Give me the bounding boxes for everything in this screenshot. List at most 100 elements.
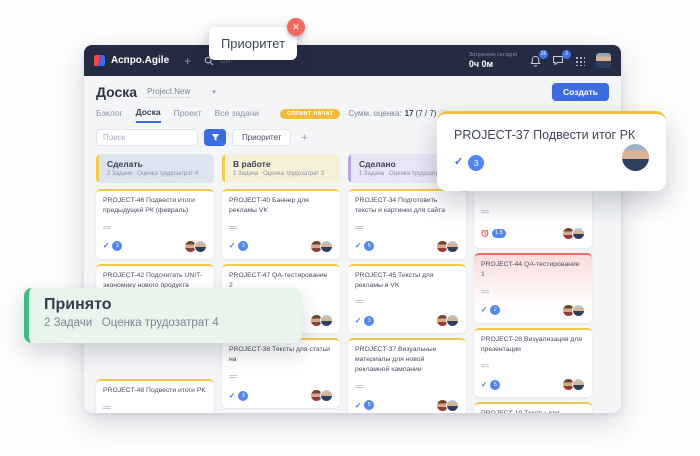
task-footer: ✓3 (355, 314, 459, 327)
task-card-overlay[interactable]: PROJECT-37 Подвести итог РК ✓ 3 (437, 111, 666, 191)
check-icon: ✓ (229, 242, 235, 250)
task-card[interactable]: PROJECT-40 Баннер для рекламы VK ✓3 (222, 189, 340, 259)
tab-Все задачи[interactable]: Все задачи (215, 108, 259, 122)
avatar (446, 399, 459, 412)
time-tracker-value: 0ч 0м (469, 59, 517, 69)
avatars (562, 227, 585, 240)
avatar (572, 304, 585, 317)
task-title: PROJECT-40 Баннер для рекламы VK (229, 196, 333, 216)
check-icon: ✓ (355, 242, 361, 250)
task-overlay-title: PROJECT-37 Подвести итог РК (454, 128, 649, 142)
task-card[interactable]: PROJECT-46 Подвести итоги предыдущей РК … (96, 189, 214, 259)
task-footer: ✓5 (355, 240, 459, 253)
task-card[interactable]: PROJECT-37 Визуальные материалы для ново… (348, 338, 466, 413)
sum-estimate: Сумм. оценка: 17 (7 / 7) ⓘ (348, 108, 447, 119)
task-title: PROJECT-28 Визуализация для презентации (481, 335, 585, 355)
task-title: PROJECT-38 Тексты для статьи на (229, 345, 333, 365)
avatar (572, 227, 585, 240)
avatars (184, 240, 207, 253)
column-accepted: 1.5PROJECT-44 QA-тестирование 1✓2PROJECT… (474, 154, 592, 413)
task-card[interactable]: PROJECT-48 Подвести итоги РК✓3 (96, 379, 214, 413)
points-badge: 5 (364, 241, 374, 251)
accepted-title: Принято (44, 296, 287, 314)
task-card[interactable]: PROJECT-34 Подготовить тексты и картинки… (348, 189, 466, 259)
time-badge: 1.5 (492, 229, 506, 238)
topbar: Аспро.Agile + Сп Затрачено сегодня 0ч 0м… (84, 45, 621, 76)
points-badge: 5 (364, 400, 374, 410)
funnel-icon (211, 133, 220, 142)
app-logo-icon (94, 55, 105, 66)
add-filter-button[interactable]: + (301, 132, 307, 144)
description-icon (355, 385, 363, 386)
points-badge: 3 (364, 316, 374, 326)
task-footer: 1.5 (481, 224, 585, 242)
task-footer: ✓3 (103, 240, 207, 253)
avatars (562, 378, 585, 391)
check-icon: ✓ (355, 317, 361, 325)
accepted-column-overlay[interactable]: Принято 2 Задачи Оценка трудозатрат 4 (24, 288, 302, 343)
description-icon (229, 226, 237, 227)
column-done: Сделано1 Задача Оценка трудозатратPROJEC… (348, 154, 466, 413)
task-card[interactable]: PROJECT-19 Тексты для рекламы VK✓5 (474, 402, 592, 413)
task-card[interactable]: PROJECT-38 Тексты для статьи на ✓3 (222, 338, 340, 408)
assignee-avatar (622, 144, 649, 171)
close-icon[interactable]: ✕ (287, 18, 305, 36)
task-footer: ✓5 (481, 378, 585, 391)
board-select[interactable]: Project.New ▾ (147, 87, 216, 98)
description-icon (481, 364, 489, 365)
board-select-value: Project.New (147, 87, 190, 98)
avatars (436, 399, 459, 412)
priority-tooltip: Приоритет ✕ (209, 27, 297, 60)
check-icon: ✓ (454, 157, 463, 168)
check-icon: ✓ (481, 306, 487, 314)
create-button[interactable]: Создать (552, 83, 609, 101)
task-overlay-footer: ✓ 3 (454, 154, 649, 171)
task-card[interactable]: PROJECT-28 Визуализация для презентации ✓… (474, 328, 592, 398)
column-subtitle: 1 Задача Оценка трудозатрат 3 (233, 171, 332, 177)
filter-button[interactable] (204, 129, 226, 146)
notifications-button[interactable]: 26 (530, 55, 541, 67)
check-icon: ✓ (229, 392, 235, 400)
check-icon: ✓ (481, 381, 487, 389)
task-title: PROJECT-34 Подготовить тексты и картинки… (355, 196, 459, 216)
column-subtitle: 2 Задачи Оценка трудозатрат 4 (107, 171, 206, 177)
board: Сделать2 Задачи Оценка трудозатрат 4 PROJ… (84, 154, 621, 413)
avatars (310, 389, 333, 402)
apps-grid-icon[interactable] (575, 56, 585, 66)
avatars (436, 314, 459, 327)
filter-chip-priority[interactable]: Приоритет (232, 129, 291, 146)
column-title: В работе (233, 159, 332, 169)
avatar (446, 314, 459, 327)
avatar (194, 240, 207, 253)
check-icon: ✓ (103, 242, 109, 250)
chevron-down-icon: ▾ (212, 88, 216, 96)
points-badge: 3 (238, 391, 248, 401)
overdue-clock-icon (481, 224, 489, 242)
task-footer: ✓3 (229, 240, 333, 253)
tab-Доска[interactable]: Доска (136, 107, 161, 123)
points-badge: 5 (490, 380, 500, 390)
task-title: PROJECT-37 Визуальные материалы для ново… (355, 345, 459, 375)
notifications-badge: 26 (539, 50, 548, 59)
time-tracker[interactable]: Затрачено сегодня 0ч 0м (469, 52, 517, 69)
column-header[interactable]: В работе 1 Задача Оценка трудозатрат 3 (222, 154, 340, 183)
task-footer: ✓2 (481, 304, 585, 317)
avatars (310, 314, 333, 327)
messages-button[interactable]: 3 (552, 55, 564, 66)
column-header[interactable]: Сделать2 Задачи Оценка трудозатрат 4 (96, 154, 214, 183)
app-window: Аспро.Agile + Сп Затрачено сегодня 0ч 0м… (84, 45, 621, 413)
description-icon (229, 375, 237, 376)
messages-badge: 3 (562, 50, 571, 59)
sum-estimate-detail: (7 / 7) (416, 109, 437, 118)
task-card[interactable]: PROJECT-44 QA-тестирование 1✓2 (474, 253, 592, 323)
task-card[interactable]: PROJECT-45 Тексты для рекламы в VK✓3 (348, 264, 466, 334)
description-icon (481, 210, 489, 211)
tab-Проект[interactable]: Проект (174, 108, 202, 122)
sprint-status-badge: СПРИНТ НАЧАТ (280, 109, 340, 119)
search-input[interactable] (96, 129, 198, 146)
avatars (310, 240, 333, 253)
column-todo: Сделать2 Задачи Оценка трудозатрат 4 PROJ… (96, 154, 214, 413)
tab-Бэклог[interactable]: Бэклог (96, 108, 123, 122)
add-icon[interactable]: + (184, 55, 191, 67)
user-avatar[interactable] (596, 53, 611, 68)
